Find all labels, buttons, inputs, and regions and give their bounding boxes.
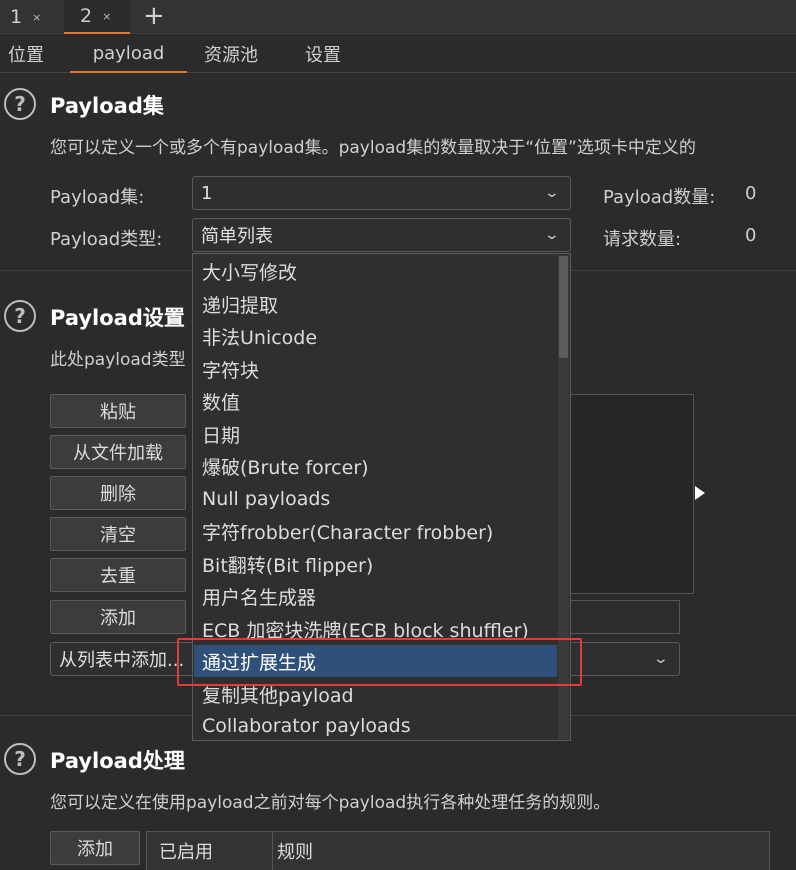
dropdown-item[interactable]: Null payloads <box>194 483 557 515</box>
column-rule[interactable]: 规则 <box>273 838 313 864</box>
request-tab-2[interactable]: 2 × <box>64 0 130 34</box>
section-description: 您可以定义在使用payload之前对每个payload执行各种处理任务的规则。 <box>50 793 611 813</box>
request-count-label: 请求数量: <box>603 229 682 250</box>
close-icon[interactable]: × <box>32 11 41 24</box>
help-icon[interactable]: ? <box>4 88 36 120</box>
payload-set-label: Payload集: <box>50 187 145 208</box>
tab-payload[interactable]: payload <box>70 35 187 73</box>
section-description: 您可以定义一个或多个有payload集。payload集的数量取决于“位置”选项… <box>50 138 696 158</box>
add-button[interactable]: 添加 <box>50 600 186 634</box>
dropdown-item[interactable]: 用户名生成器 <box>194 580 557 612</box>
section-title-payload-settings: Payload设置 <box>50 306 185 330</box>
dropdown-item[interactable]: Bit翻转(Bit flipper) <box>194 548 557 580</box>
chevron-down-icon: ⌄ <box>652 651 670 667</box>
dropdown-scroll-thumb[interactable] <box>559 256 568 358</box>
request-count-value: 0 <box>745 225 757 246</box>
highlight-annotation <box>177 638 582 686</box>
load-from-file-button[interactable]: 从文件加载 <box>50 435 186 469</box>
deduplicate-button[interactable]: 去重 <box>50 558 186 592</box>
dropdown-item[interactable]: 字符块 <box>194 353 557 385</box>
play-arrow-icon <box>695 486 705 500</box>
close-icon[interactable]: × <box>102 10 111 23</box>
select-value: 从列表中添加... <box>59 650 185 671</box>
add-rule-button[interactable]: 添加 <box>50 831 140 865</box>
paste-button[interactable]: 粘贴 <box>50 394 186 428</box>
select-value: 1 <box>201 182 213 204</box>
dropdown-item[interactable]: 数值 <box>194 385 557 417</box>
chevron-down-icon: ⌄ <box>543 185 561 201</box>
plus-icon[interactable]: + <box>143 3 165 29</box>
payload-type-select[interactable]: 简单列表 ⌄ <box>192 218 571 252</box>
tab-resource-pool[interactable]: 资源池 <box>204 35 258 73</box>
request-tab-1[interactable]: 1 × <box>0 0 62 34</box>
remove-button[interactable]: 删除 <box>50 476 186 510</box>
dropdown-item[interactable]: Collaborator payloads <box>194 710 557 742</box>
column-enabled[interactable]: 已启用 <box>147 832 273 870</box>
dropdown-item[interactable]: 非法Unicode <box>194 320 557 352</box>
payload-count-value: 0 <box>745 183 757 204</box>
dropdown-item[interactable]: 日期 <box>194 418 557 450</box>
tab-positions[interactable]: 位置 <box>8 35 44 73</box>
dropdown-item[interactable]: 递归提取 <box>194 288 557 320</box>
chevron-down-icon: ⌄ <box>543 227 561 243</box>
dropdown-item[interactable]: 字符frobber(Character frobber) <box>194 515 557 547</box>
payload-count-label: Payload数量: <box>603 187 716 208</box>
tab-label: 2 <box>80 5 93 27</box>
tab-settings[interactable]: 设置 <box>305 35 341 73</box>
help-icon[interactable]: ? <box>4 300 36 332</box>
select-value: 简单列表 <box>201 226 273 247</box>
section-title-payload-sets: Payload集 <box>50 94 164 118</box>
payload-type-label: Payload类型: <box>50 229 163 250</box>
dropdown-item[interactable]: 大小写修改 <box>194 255 557 287</box>
dropdown-item[interactable]: 爆破(Brute forcer) <box>194 450 557 482</box>
section-title-payload-processing: Payload处理 <box>50 749 185 773</box>
help-icon[interactable]: ? <box>4 743 36 775</box>
tab-label: 1 <box>10 6 23 28</box>
section-description: 此处payload类型 <box>50 350 186 370</box>
clear-button[interactable]: 清空 <box>50 517 186 551</box>
rules-table-header: 已启用 规则 <box>146 831 770 870</box>
payload-set-select[interactable]: 1 ⌄ <box>192 176 571 210</box>
